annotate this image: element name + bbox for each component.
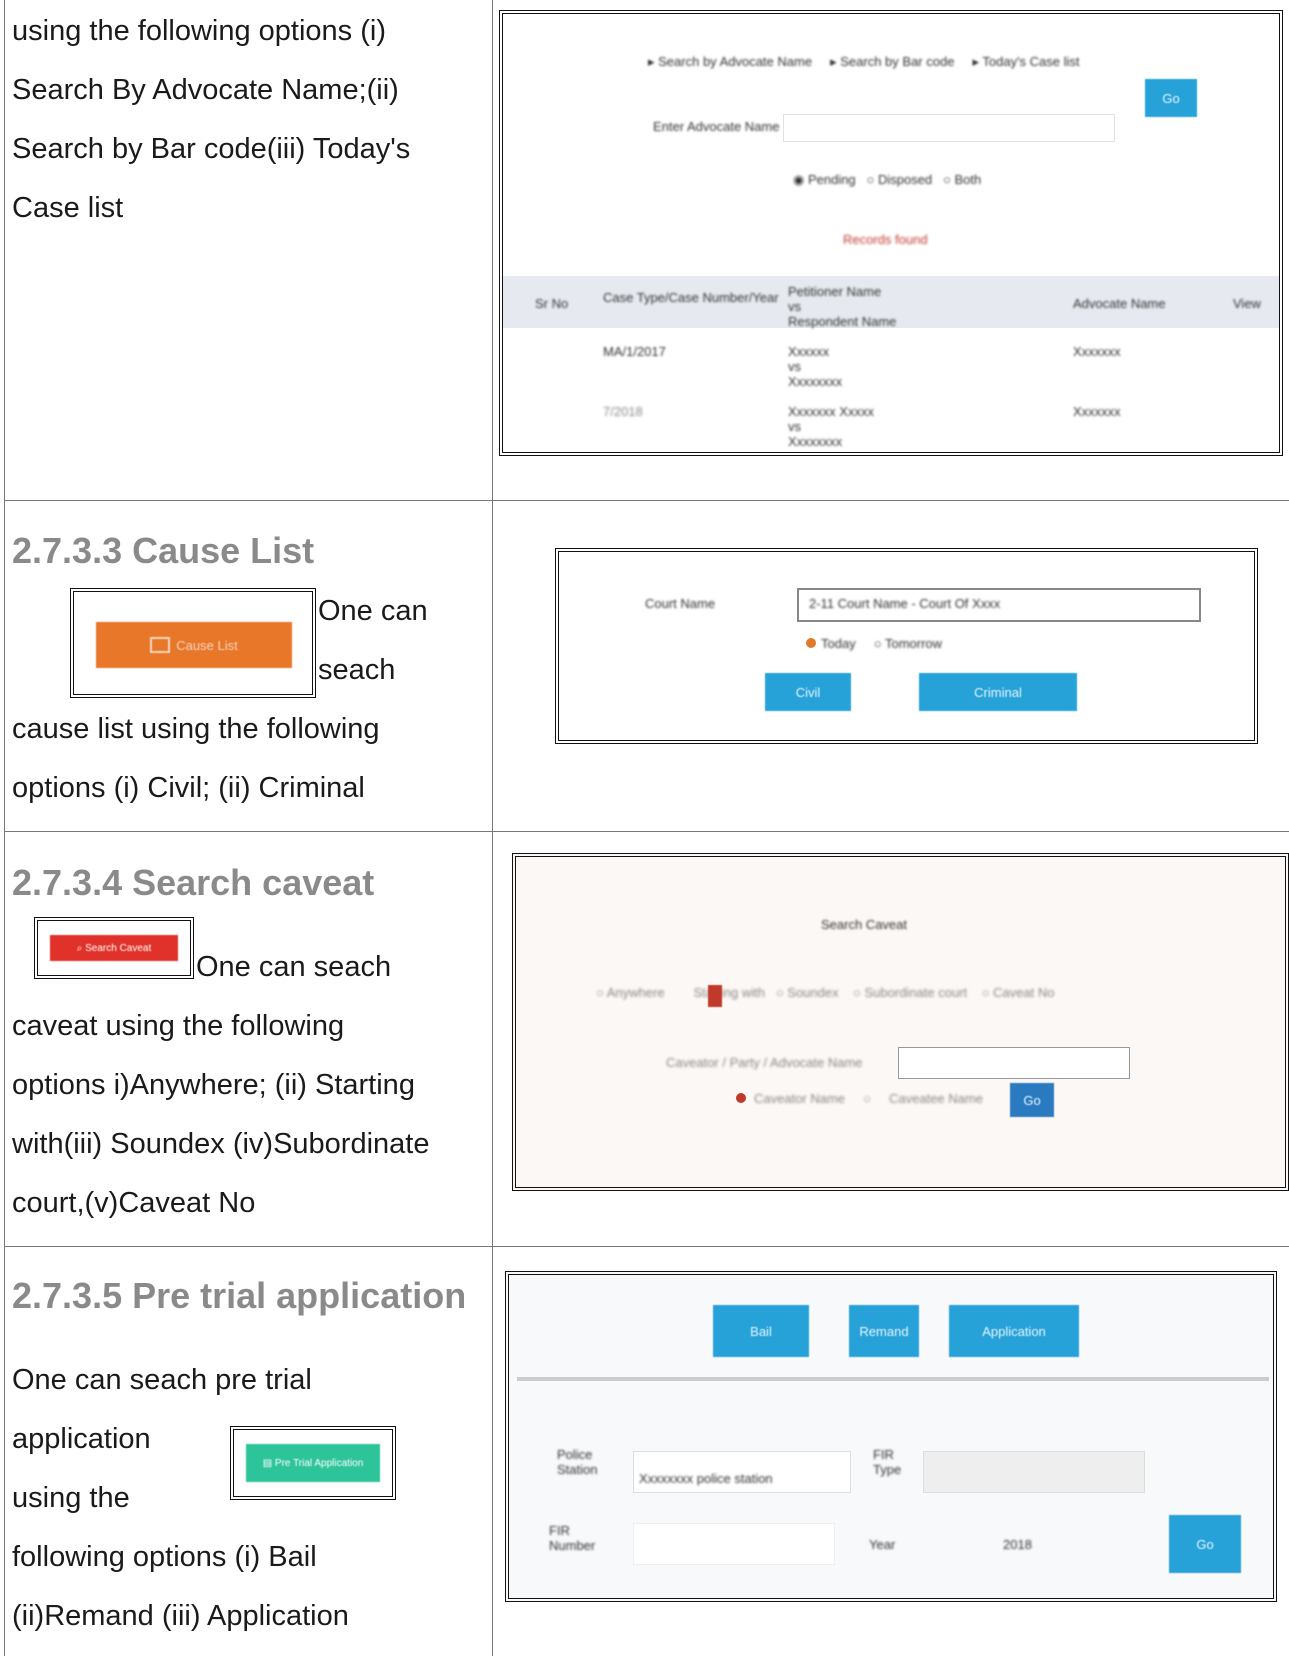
fir-type-select: [923, 1451, 1145, 1493]
table-row-1-parties: Xxxxxx vs Xxxxxxxx: [788, 344, 843, 389]
search-caveat-heading: 2.7.3.4 Search caveat: [12, 862, 375, 903]
row-divider-3: [4, 1246, 1289, 1247]
radio-selected: [806, 638, 816, 648]
row2-right-line-2: seach: [318, 654, 396, 686]
table-row-1: MA/1/2017: [603, 344, 666, 359]
search-caveat-button: ⌕ Search Caveat: [50, 935, 178, 961]
police-station-value: Xxxxxxxx police station: [639, 1471, 773, 1486]
table-border-left: [4, 0, 5, 1656]
row1-line-4: Case list: [12, 192, 124, 224]
date-radios: Today ○ Tomorrow: [821, 636, 943, 651]
row3-line-5: court,(v)Caveat No: [12, 1187, 256, 1219]
row4-line-2: application: [12, 1423, 151, 1455]
remand-button: Remand: [849, 1305, 919, 1357]
header-case-type: Case Type/Case Number/Year: [603, 290, 779, 305]
header-advocate: Advocate Name: [1073, 296, 1166, 311]
document-icon: ▤ Pre Trial Application: [262, 1457, 364, 1469]
header-sno: Sr No: [535, 296, 569, 311]
pre-trial-screenshot: Bail Remand Application Police Station Xx…: [505, 1271, 1277, 1602]
go-icon: Go: [1145, 79, 1197, 117]
police-station-label: Police Station: [557, 1447, 598, 1477]
year-value: 2018: [1003, 1537, 1032, 1552]
advocate-search-screenshot: ▸ Search by Advocate Name ▸ Search by Ba…: [499, 10, 1283, 456]
fir-type-label: FIR Type: [873, 1447, 902, 1477]
cause-list-button-label: Cause List: [176, 637, 238, 653]
row4-line-5: (ii)Remand (iii) Application: [12, 1600, 349, 1632]
calendar-icon: [150, 637, 171, 653]
search-caveat-button-image: ⌕ Search Caveat: [34, 917, 194, 979]
search-option-tabs: ▸ Search by Advocate Name ▸ Search by Ba…: [648, 54, 1080, 69]
divider: [517, 1377, 1269, 1381]
caveat-party-label: Caveator / Party / Advocate Name: [666, 1055, 863, 1070]
year-label: Year: [869, 1537, 896, 1552]
application-button: Application: [949, 1305, 1079, 1357]
table-column-divider: [492, 0, 493, 1656]
row2-right-line-1: One can: [318, 595, 428, 627]
caveat-radio-2: [736, 1093, 746, 1103]
row3-line-3: options i)Anywhere; (ii) Starting: [12, 1069, 415, 1101]
row1-line-1: using the following options (i): [12, 15, 386, 47]
status-radios: ◉ Pending ○ Disposed ○ Both: [793, 172, 982, 187]
caveat-go-icon: Go: [1010, 1083, 1054, 1117]
pre-trial-button-image: ▤ Pre Trial Application: [230, 1426, 396, 1500]
caveat-title: Search Caveat: [821, 917, 907, 932]
row1-line-2: Search By Advocate Name;(ii): [12, 74, 399, 106]
cause-list-button: Cause List: [96, 622, 292, 668]
caveat-type-radios: Caveator Name ○ Caveatee Name: [754, 1091, 983, 1106]
civil-button: Civil: [765, 673, 851, 711]
row3-line-4: with(iii) Soundex (iv)Subordinate: [12, 1128, 430, 1160]
advocate-name-box: [783, 114, 1115, 142]
bail-button: Bail: [713, 1305, 809, 1357]
fir-number-input: [633, 1523, 835, 1565]
row3-line-2: caveat using the following: [12, 1010, 345, 1042]
row-divider-2: [4, 831, 1289, 832]
row2-line-4: options (i) Civil; (ii) Criminal: [12, 772, 365, 804]
pre-trial-heading: 2.7.3.5 Pre trial application: [12, 1275, 467, 1316]
go-button: Go: [1169, 1515, 1241, 1573]
caveat-party-input: [898, 1047, 1130, 1079]
criminal-button: Criminal: [919, 673, 1077, 711]
table-row-2: 7/2018: [603, 404, 643, 419]
fir-number-label: FIR Number: [549, 1523, 596, 1553]
cause-list-screenshot: Court Name 2-11 Court Name - Court Of Xx…: [555, 548, 1258, 744]
search-caveat-screenshot: Search Caveat ○ Anywhere Starting with ○…: [512, 853, 1289, 1191]
row2-line-3: cause list using the following: [12, 713, 380, 745]
table-row-2-adv: Xxxxxxx: [1073, 404, 1121, 419]
header-view: View: [1233, 296, 1261, 311]
row4-line-3: using the: [12, 1482, 130, 1514]
cause-list-heading: 2.7.3.3 Cause List: [12, 530, 315, 571]
caveat-search-options: ○ Anywhere Starting with ○ Soundex ○ Sub…: [596, 985, 1055, 1000]
cause-list-button-image: Cause List: [70, 588, 316, 698]
court-name-label: Court Name: [645, 596, 716, 611]
pre-trial-button: ▤ Pre Trial Application: [246, 1444, 380, 1482]
caveat-radio-selected: [708, 985, 722, 1007]
header-petitioner: Petitioner Name vs Respondent Name: [788, 284, 897, 329]
records-found-text: Records found: [843, 232, 928, 247]
table-row-1-adv: Xxxxxxx: [1073, 344, 1121, 359]
search-icon: ⌕ Search Caveat: [76, 942, 152, 954]
row4-line-1: One can seach pre trial: [12, 1364, 312, 1396]
row4-line-4: following options (i) Bail: [12, 1541, 317, 1573]
row-divider-1: [4, 500, 1289, 501]
court-name-value: 2-11 Court Name - Court Of Xxxx: [809, 596, 1001, 611]
row3-right-line-1: One can seach: [196, 951, 392, 983]
row1-line-3: Search by Bar code(iii) Today's: [12, 133, 411, 165]
table-row-2-parties: Xxxxxxx Xxxxx vs Xxxxxxxx: [788, 404, 874, 449]
